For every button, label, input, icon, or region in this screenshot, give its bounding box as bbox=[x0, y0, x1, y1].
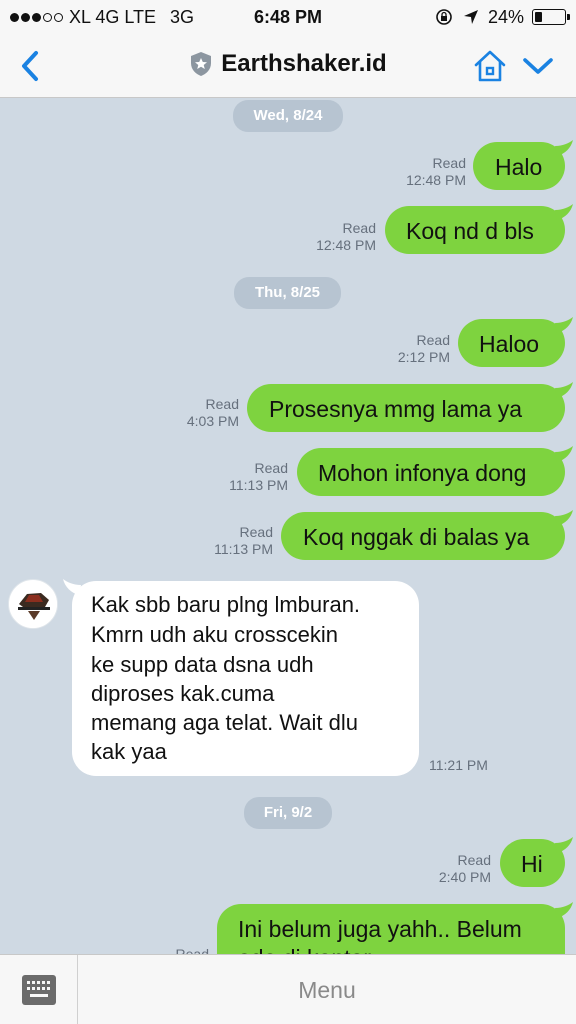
message-line: Kmrn udh aku crosscekin bbox=[91, 622, 338, 647]
battery-fill bbox=[535, 12, 542, 22]
chat-title-text: Earthshaker.id bbox=[221, 50, 387, 77]
keyboard-toggle-button[interactable] bbox=[0, 955, 78, 1024]
message-text: Koq nggak di balas ya bbox=[303, 524, 530, 550]
message-line: Kak sbb baru plng lmburan. bbox=[91, 592, 361, 617]
message-time: 2:12 PM bbox=[397, 349, 450, 365]
read-receipt: Read bbox=[205, 396, 239, 412]
read-receipt: Read bbox=[254, 460, 288, 476]
bubble-tail bbox=[555, 204, 573, 220]
message-time: 11:21 PM bbox=[429, 757, 488, 773]
verified-shield-icon bbox=[191, 52, 212, 76]
status-bar: XL 4G LTE 3G 6:48 PM 24% bbox=[0, 0, 576, 34]
message-line: ke supp data dsna udh bbox=[91, 652, 314, 677]
message-meta: Read 11:13 PM bbox=[229, 460, 288, 494]
menu-button[interactable]: Menu bbox=[78, 955, 576, 1024]
message-time: 4:03 PM bbox=[186, 413, 239, 429]
read-receipt: Read bbox=[457, 852, 491, 868]
outgoing-message-bubble[interactable]: Koq nggak di balas ya bbox=[281, 512, 565, 560]
bubble-tail bbox=[555, 140, 573, 156]
bubble-tail bbox=[555, 902, 573, 918]
bubble-tail bbox=[555, 317, 573, 333]
home-icon[interactable] bbox=[472, 48, 508, 84]
message-meta: Read 2:40 PM bbox=[439, 852, 491, 886]
message-text: Mohon infonya dong bbox=[318, 460, 527, 486]
bubble-tail bbox=[555, 446, 573, 462]
outgoing-message-bubble[interactable]: Ini belum juga yahh.. Belum ada di kanto… bbox=[217, 904, 565, 954]
message-line: diproses kak.cuma bbox=[91, 681, 275, 706]
message-text: Haloo bbox=[479, 331, 540, 357]
keyboard-icon bbox=[22, 975, 56, 1005]
message-text: Koq nd d bls bbox=[406, 218, 534, 244]
date-separator: Wed, 8/24 bbox=[233, 100, 343, 132]
incoming-message-bubble[interactable]: Kak sbb baru plng lmburan. Kmrn udh aku … bbox=[72, 581, 419, 776]
message-meta: Read bbox=[176, 946, 209, 954]
message-line: ada di kantor bbox=[238, 945, 371, 954]
message-line: memang aga telat. Wait dlu bbox=[91, 710, 358, 735]
location-arrow-icon bbox=[463, 10, 478, 24]
network-label: 3G bbox=[170, 6, 195, 27]
outgoing-message-bubble[interactable]: Haloo bbox=[458, 319, 565, 367]
message-line: kak yaa bbox=[91, 739, 167, 764]
read-receipt: Read bbox=[239, 524, 273, 540]
rotation-lock-icon bbox=[436, 9, 452, 25]
earthshaker-logo-icon bbox=[10, 581, 57, 628]
read-receipt: Read bbox=[175, 946, 209, 954]
bubble-tail bbox=[555, 382, 573, 398]
outgoing-message-bubble[interactable]: Prosesnya mmg lama ya bbox=[247, 384, 565, 432]
message-time: 11:13 PM bbox=[229, 477, 288, 493]
message-time: 12:48 PM bbox=[406, 172, 466, 188]
message-text: Hi bbox=[521, 851, 543, 877]
carrier-label: XL 4G LTE bbox=[69, 6, 157, 27]
date-separator: Thu, 8/25 bbox=[234, 277, 341, 309]
bubble-tail bbox=[555, 510, 573, 526]
chat-area[interactable]: Wed, 8/24 Read 12:48 PM Halo Read 12:48 … bbox=[0, 98, 576, 954]
message-meta: Read 4:03 PM bbox=[187, 396, 239, 430]
bubble-tail bbox=[555, 837, 573, 853]
message-time: 2:40 PM bbox=[438, 869, 491, 885]
message-text: Halo bbox=[495, 154, 543, 180]
outgoing-message-bubble[interactable]: Mohon infonya dong bbox=[297, 448, 565, 496]
battery-icon bbox=[532, 9, 570, 25]
message-meta: Read 11:13 PM bbox=[214, 524, 273, 558]
read-receipt: Read bbox=[432, 155, 466, 171]
message-meta: Read 2:12 PM bbox=[398, 332, 450, 366]
signal-strength-icon bbox=[10, 12, 63, 22]
read-receipt: Read bbox=[416, 332, 450, 348]
battery-percent: 24% bbox=[487, 6, 524, 27]
message-text: Prosesnya mmg lama ya bbox=[269, 396, 523, 422]
bottom-bar: Menu bbox=[0, 954, 576, 1024]
outgoing-message-bubble[interactable]: Koq nd d bls bbox=[385, 206, 565, 254]
outgoing-message-bubble[interactable]: Halo bbox=[473, 142, 565, 190]
message-meta: Read 12:48 PM bbox=[316, 220, 376, 254]
message-time: 12:48 PM bbox=[316, 237, 376, 253]
message-meta: Read 12:48 PM bbox=[406, 155, 466, 189]
read-receipt: Read bbox=[342, 220, 376, 236]
contact-avatar[interactable] bbox=[8, 579, 58, 629]
chevron-down-icon[interactable] bbox=[522, 52, 554, 80]
message-time: 11:13 PM bbox=[214, 541, 273, 557]
date-separator: Fri, 9/2 bbox=[244, 797, 332, 829]
nav-bar: Earthshaker.id bbox=[0, 34, 576, 98]
message-line: Ini belum juga yahh.. Belum bbox=[238, 916, 522, 942]
